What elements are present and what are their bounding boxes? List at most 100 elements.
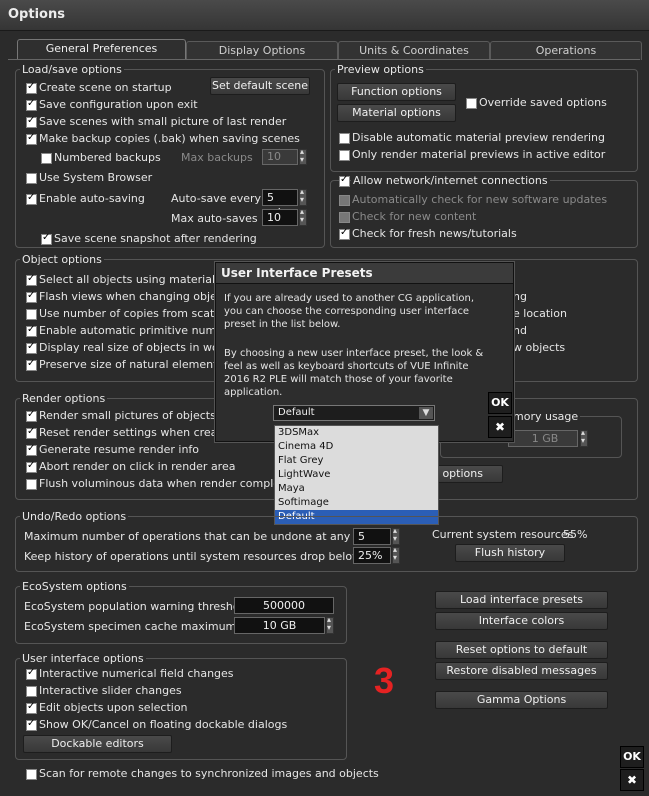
- max-autosaves-field[interactable]: 10: [262, 209, 298, 226]
- ok-button[interactable]: OK: [620, 746, 644, 768]
- ecosystem-warning-field[interactable]: 500000: [234, 597, 334, 614]
- numbered-backups-checkbox[interactable]: [41, 153, 52, 164]
- set-default-scene-button[interactable]: Set default scene: [210, 77, 310, 95]
- check-new-content-checkbox[interactable]: [339, 212, 350, 223]
- max-backups-field[interactable]: 10: [262, 149, 298, 165]
- object-option-checkbox[interactable]: [26, 309, 37, 320]
- gamma-options-button[interactable]: Gamma Options: [435, 691, 608, 709]
- make-backup-checkbox[interactable]: [26, 132, 37, 145]
- flush-history-button[interactable]: Flush history: [455, 544, 565, 562]
- tab-divider: [8, 59, 640, 60]
- current-resources-value: 55%: [563, 528, 588, 541]
- object-option-checkbox[interactable]: [26, 324, 37, 337]
- object-option-label: Use number of copies from scatter d: [39, 307, 241, 320]
- system-browser-checkbox[interactable]: [26, 173, 37, 184]
- render-option-checkbox[interactable]: [26, 460, 37, 473]
- enable-autosave-checkbox[interactable]: [26, 192, 37, 205]
- create-scene-checkbox[interactable]: [26, 81, 37, 94]
- render-option-label: Abort render on click in render area: [39, 460, 236, 473]
- ecosystem-cache-spinner[interactable]: [326, 615, 334, 634]
- material-options-button[interactable]: Material options: [337, 104, 456, 122]
- ui-option-checkbox[interactable]: [26, 718, 37, 731]
- dockable-editors-button[interactable]: Dockable editors: [23, 735, 172, 753]
- ui-option-checkbox[interactable]: [26, 686, 37, 697]
- render-option-label: Render small pictures of objects befo: [39, 409, 244, 422]
- load-interface-presets-button[interactable]: Load interface presets: [435, 591, 608, 609]
- popup-paragraph-2: By choosing a new user interface preset,…: [224, 348, 484, 398]
- disable-auto-preview-checkbox[interactable]: [339, 133, 350, 144]
- popup-ok-button[interactable]: OK: [488, 392, 512, 414]
- reset-options-button[interactable]: Reset options to default: [435, 641, 608, 659]
- render-option-checkbox[interactable]: [26, 479, 37, 490]
- override-saved-label: Override saved options: [479, 96, 607, 109]
- ecosystem-group: [15, 586, 347, 644]
- object-option-checkbox[interactable]: [26, 273, 37, 286]
- only-render-active-label: Only render material previews in active …: [352, 148, 606, 161]
- step-marker: 3: [374, 660, 395, 701]
- only-render-active-checkbox[interactable]: [339, 150, 350, 161]
- save-scenes-picture-checkbox[interactable]: [26, 115, 37, 128]
- enable-autosave-label: Enable auto-saving: [39, 192, 145, 205]
- max-operations-field[interactable]: 5: [353, 528, 391, 545]
- save-snapshot-checkbox[interactable]: [41, 232, 52, 245]
- render-option-checkbox[interactable]: [26, 426, 37, 439]
- preset-option[interactable]: 3DSMax: [275, 426, 438, 440]
- preset-option[interactable]: Cinema 4D: [275, 440, 438, 454]
- tab-operations[interactable]: Operations: [490, 41, 642, 60]
- autosave-every-field[interactable]: 5 min: [262, 189, 298, 219]
- autosave-every-spinner[interactable]: [299, 187, 307, 206]
- preset-option[interactable]: Flat Grey: [275, 454, 438, 468]
- render-option-checkbox[interactable]: [26, 443, 37, 456]
- ui-option-label: Interactive slider changes: [39, 684, 182, 697]
- override-saved-checkbox[interactable]: [466, 98, 477, 109]
- object-option-checkbox[interactable]: [26, 341, 37, 354]
- render-option-checkbox[interactable]: [26, 409, 37, 422]
- popup-paragraph-1: If you are already used to another CG ap…: [224, 293, 475, 330]
- tab-units-coordinates[interactable]: Units & Coordinates: [338, 41, 490, 60]
- ui-options-title: User interface options: [20, 652, 146, 665]
- object-option-label: Flash views when changing object pr: [39, 290, 243, 303]
- ui-option-checkbox[interactable]: [26, 667, 37, 680]
- render-options-title: Render options: [20, 392, 108, 405]
- max-operations-spinner[interactable]: [392, 526, 400, 545]
- ecosystem-warning-label: EcoSystem population warning threshold: [24, 600, 250, 613]
- allow-network-checkbox[interactable]: [339, 174, 350, 187]
- object-option-checkbox[interactable]: [26, 358, 37, 371]
- ui-option-label: Edit objects upon selection: [39, 701, 188, 714]
- object-option-right-label: e location: [513, 307, 567, 320]
- max-backups-spinner[interactable]: [299, 147, 307, 165]
- current-resources-label: Current system resources: [432, 528, 574, 541]
- memory-field[interactable]: 1 GB: [508, 430, 578, 447]
- popup-cancel-button[interactable]: ✖: [488, 416, 512, 438]
- keep-history-spinner[interactable]: [392, 545, 400, 564]
- save-config-checkbox[interactable]: [26, 98, 37, 111]
- scan-remote-checkbox[interactable]: [26, 769, 37, 780]
- object-option-right-label: w objects: [513, 341, 566, 354]
- preset-option[interactable]: Maya: [275, 482, 438, 496]
- keep-history-field[interactable]: 25%: [353, 547, 391, 564]
- save-scenes-picture-label: Save scenes with small picture of last r…: [39, 115, 287, 128]
- preset-option[interactable]: LightWave: [275, 468, 438, 482]
- ui-option-label: Interactive numerical field changes: [39, 667, 234, 680]
- object-option-right-label: nd: [513, 324, 527, 337]
- auto-check-updates-checkbox[interactable]: [339, 195, 350, 206]
- ecosystem-title: EcoSystem options: [20, 580, 129, 593]
- interface-colors-button[interactable]: Interface colors: [435, 612, 608, 630]
- tab-display-options[interactable]: Display Options: [186, 41, 338, 60]
- disable-auto-preview-label: Disable automatic material preview rende…: [352, 131, 605, 144]
- object-option-checkbox[interactable]: [26, 290, 37, 303]
- preset-option[interactable]: Softimage: [275, 496, 438, 510]
- memory-spinner[interactable]: [580, 428, 588, 447]
- function-options-button[interactable]: Function options: [337, 83, 456, 101]
- ecosystem-cache-field[interactable]: 10 GB: [234, 617, 325, 634]
- ui-option-checkbox[interactable]: [26, 701, 37, 714]
- restore-messages-button[interactable]: Restore disabled messages: [435, 662, 608, 680]
- autosave-every-label: Auto-save every: [171, 192, 262, 205]
- tab-general-preferences[interactable]: General Preferences: [17, 39, 186, 60]
- preset-dropdown[interactable]: Default ▼: [273, 405, 435, 421]
- check-news-checkbox[interactable]: [339, 227, 350, 240]
- cancel-button[interactable]: ✖: [620, 769, 644, 791]
- chevron-down-icon: ▼: [419, 407, 433, 419]
- ui-option-label: Show OK/Cancel on floating dockable dial…: [39, 718, 288, 731]
- max-autosaves-spinner[interactable]: [299, 207, 307, 226]
